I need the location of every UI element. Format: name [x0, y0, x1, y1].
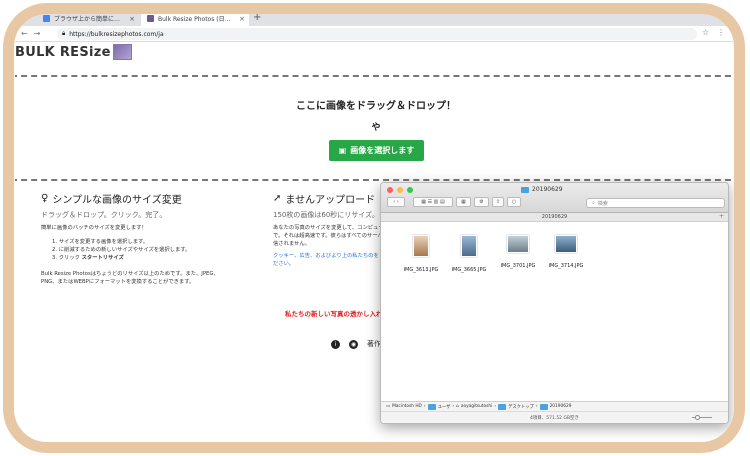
decorative-frame	[3, 3, 745, 453]
